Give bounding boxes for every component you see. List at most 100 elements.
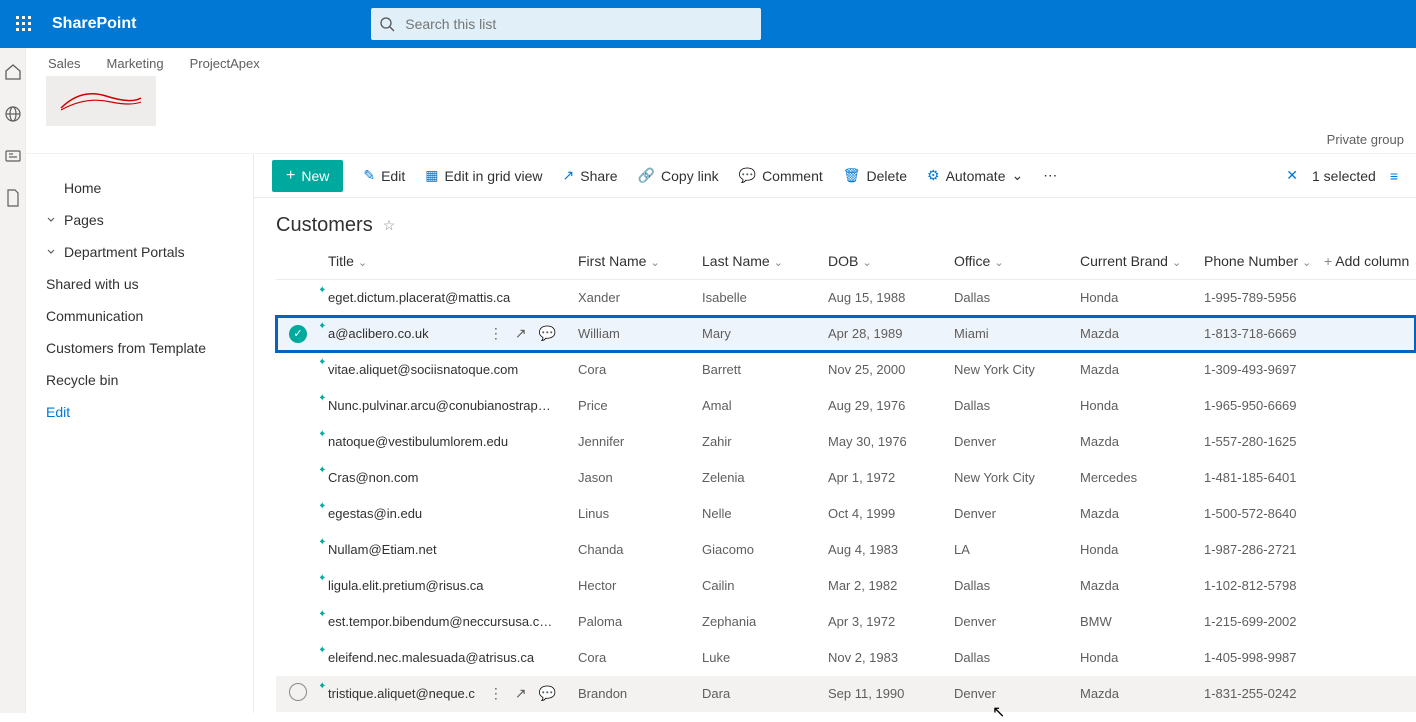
nav-home[interactable]: Home [26,172,253,204]
cell-brand: Mazda [1072,424,1196,460]
new-button[interactable]: + New [272,160,343,192]
select-circle[interactable] [289,683,307,701]
col-office[interactable]: Office⌄ [946,243,1072,280]
cell-brand: Mazda [1072,316,1196,352]
site-logo[interactable] [46,76,156,126]
table-row[interactable]: ✦vitae.aliquet@sociisnatoque.comCoraBarr… [276,352,1416,388]
cell-dob: Aug 4, 1983 [820,532,946,568]
row-title: tristique.aliquet@neque.c [328,686,483,701]
nav-department-portals[interactable]: Department Portals [26,236,253,268]
selected-check-icon[interactable]: ✓ [289,325,307,343]
row-share-icon[interactable]: ↗ [515,685,527,702]
cell-dob: Apr 28, 1989 [820,316,946,352]
new-indicator-icon: ✦ [320,358,326,368]
cell-office: Denver [946,676,1072,712]
favorite-star-icon[interactable]: ☆ [383,217,396,234]
edit-grid-button[interactable]: ▦Edit in grid view [425,167,542,184]
search-box[interactable] [371,8,761,40]
col-last-name[interactable]: Last Name⌄ [694,243,820,280]
nav-shared[interactable]: Shared with us [26,268,253,300]
cell-dob: Nov 25, 2000 [820,352,946,388]
table-row[interactable]: ✦eget.dictum.placerat@mattis.caXanderIsa… [276,280,1416,316]
new-indicator-icon: ✦ [320,430,326,440]
news-icon[interactable] [3,146,23,166]
cell-phone: 1-813-718-6669 [1196,316,1316,352]
clear-selection-icon[interactable]: ✕ [1286,167,1298,184]
chevron-down-icon: ⌄ [1302,257,1311,269]
cell-dob: Mar 2, 1982 [820,568,946,604]
cell-phone: 1-995-789-5956 [1196,280,1316,316]
new-indicator-icon: ✦ [320,610,326,620]
col-phone[interactable]: Phone Number⌄ [1196,243,1316,280]
row-more-icon[interactable]: ⋮ [489,325,503,342]
suite-bar: SharePoint [0,0,1416,48]
share-button[interactable]: ↗Share [563,167,618,184]
new-indicator-icon: ✦ [320,538,326,548]
home-icon[interactable] [3,62,23,82]
table-row[interactable]: ✦natoque@vestibulumlorem.eduJenniferZahi… [276,424,1416,460]
col-title[interactable]: Title⌄ [320,243,570,280]
hub-tab-marketing[interactable]: Marketing [107,56,164,71]
row-share-icon[interactable]: ↗ [515,325,527,342]
nav-pages[interactable]: Pages [26,204,253,236]
more-icon: ⋯ [1043,167,1057,184]
cell-phone: 1-987-286-2721 [1196,532,1316,568]
nav-edit-link[interactable]: Edit [26,396,253,428]
nav-recycle-bin[interactable]: Recycle bin [26,364,253,396]
table-row[interactable]: ✦eleifend.nec.malesuada@atrisus.caCoraLu… [276,640,1416,676]
table-row[interactable]: ✦Cras@non.comJasonZeleniaApr 1, 1972New … [276,460,1416,496]
search-input[interactable] [403,15,753,33]
table-row[interactable]: ✦Nullam@Etiam.netChandaGiacomoAug 4, 198… [276,532,1416,568]
filter-icon[interactable]: ≡ [1390,168,1398,184]
cell-office: New York City [946,460,1072,496]
cell-dob: Sep 11, 1990 [820,676,946,712]
table-row[interactable]: ✦est.tempor.bibendum@neccursusa.comPalom… [276,604,1416,640]
table-row[interactable]: ✦ligula.elit.pretium@risus.caHectorCaili… [276,568,1416,604]
table-row[interactable]: ✦tristique.aliquet@neque.c⋮↗💬BrandonDara… [276,676,1416,712]
table-row[interactable]: ✓✦a@aclibero.co.uk⋮↗💬WilliamMaryApr 28, … [276,316,1416,352]
cell-last: Zephania [694,604,820,640]
cell-brand: Honda [1072,280,1196,316]
chevron-down-icon: ⌄ [1172,257,1181,269]
cell-phone: 1-557-280-1625 [1196,424,1316,460]
table-row[interactable]: ✦Nunc.pulvinar.arcu@conubianostraper.edu… [276,388,1416,424]
nav-communication[interactable]: Communication [26,300,253,332]
cell-phone: 1-405-998-9987 [1196,640,1316,676]
cell-last: Dara [694,676,820,712]
comment-button[interactable]: 💬Comment [739,167,823,184]
col-dob[interactable]: DOB⌄ [820,243,946,280]
hub-tab-projectapex[interactable]: ProjectApex [190,56,260,71]
row-more-icon[interactable]: ⋮ [489,685,503,702]
hub-tab-sales[interactable]: Sales [48,56,81,71]
copy-link-button[interactable]: 🔗Copy link [638,167,719,184]
group-privacy-label: Private group [1327,132,1404,147]
more-button[interactable]: ⋯ [1043,167,1057,184]
cell-brand: Mercedes [1072,460,1196,496]
cell-office: Denver [946,604,1072,640]
delete-button[interactable]: 🗑Delete [843,167,907,184]
table-row[interactable]: ✦egestas@in.eduLinusNelleOct 4, 1999Denv… [276,496,1416,532]
comment-icon: 💬 [739,167,756,184]
col-current-brand[interactable]: Current Brand⌄ [1072,243,1196,280]
edit-button[interactable]: ✎Edit [363,167,405,184]
add-column-button[interactable]: + Add column⌄ [1316,243,1416,280]
app-launcher-button[interactable] [0,0,48,48]
row-title: eleifend.nec.malesuada@atrisus.ca [328,650,556,665]
left-app-rail [0,48,26,713]
files-icon[interactable] [3,188,23,208]
brand-label[interactable]: SharePoint [52,15,136,33]
plus-icon: + [286,169,295,183]
globe-icon[interactable] [3,104,23,124]
row-title: est.tempor.bibendum@neccursusa.com [328,614,556,629]
new-indicator-icon: ✦ [320,394,326,404]
nav-customers-template[interactable]: Customers from Template [26,332,253,364]
row-comment-icon[interactable]: 💬 [539,325,556,342]
chevron-down-icon: ⌄ [1012,167,1024,184]
cell-first: Price [570,388,694,424]
chevron-down-icon: ⌄ [994,257,1003,269]
cell-dob: Apr 3, 1972 [820,604,946,640]
col-first-name[interactable]: First Name⌄ [570,243,694,280]
cell-brand: Honda [1072,640,1196,676]
automate-button[interactable]: ⚙Automate⌄ [927,167,1023,184]
row-comment-icon[interactable]: 💬 [539,685,556,702]
